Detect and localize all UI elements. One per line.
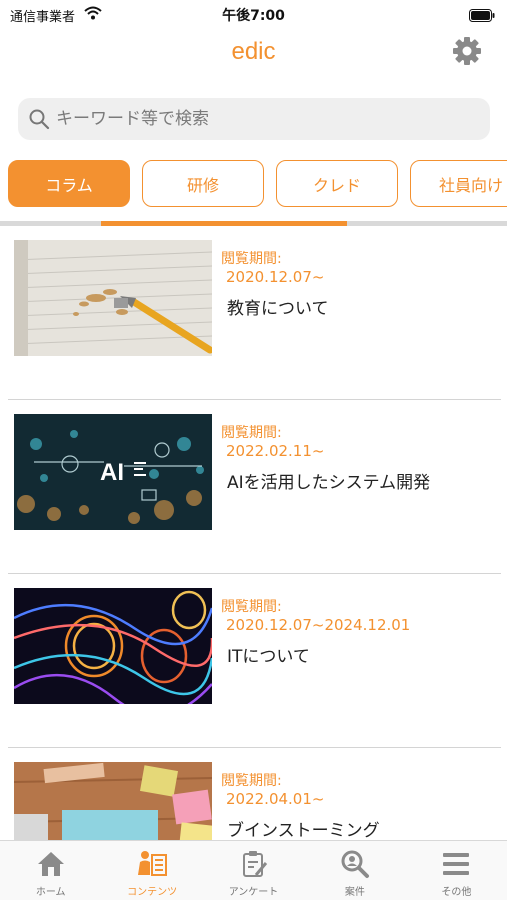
tabbar-home[interactable]: ホーム (0, 841, 101, 900)
period-value: 2020.12.07~2024.12.01 (226, 616, 411, 634)
item-title: ブインストーミング (227, 821, 380, 840)
tabbar-label: アンケート (228, 887, 279, 898)
status-bar: 通信事業者 午後7:00 (0, 0, 507, 28)
tabbar-other[interactable]: その他 (406, 841, 507, 900)
period-value: 2020.12.07~ (226, 268, 325, 286)
tabbar-label: その他 (441, 887, 472, 898)
content-list[interactable]: 閲覧期間: 2020.12.07~ 教育について AI 閲覧期間: 2022.0… (0, 226, 507, 840)
survey-icon (237, 848, 271, 880)
tab-training[interactable]: 研修 (142, 160, 264, 207)
tabbar-contents[interactable]: コンテンツ (101, 841, 202, 900)
list-item[interactable]: AI 閲覧期間: 2022.02.11~ AIを活用したシステム開発 (0, 400, 507, 574)
period-label: 閲覧期間: (221, 599, 282, 615)
ai-image-text: AI (100, 459, 124, 486)
thumbnail-image (14, 588, 212, 704)
period-label: 閲覧期間: (221, 773, 282, 789)
search-icon (28, 108, 50, 130)
item-title: AIを活用したシステム開発 (227, 473, 431, 493)
tab-for-employees[interactable]: 社員向け (410, 160, 507, 207)
thumbnail-image: AI (14, 414, 212, 530)
app-title: edic (231, 38, 276, 65)
period-label: 閲覧期間: (221, 251, 282, 267)
battery-icon (469, 7, 495, 26)
contents-icon (135, 848, 169, 880)
thumbnail-image (14, 762, 212, 840)
item-title: 教育について (227, 299, 329, 319)
tabbar-label: ホーム (35, 887, 66, 898)
tabbar-projects[interactable]: 案件 (304, 841, 405, 900)
tabbar-label: 案件 (344, 887, 365, 898)
list-item[interactable]: 閲覧期間: 2020.12.07~ 教育について (0, 226, 507, 400)
period-label: 閲覧期間: (221, 425, 282, 441)
tabbar-survey[interactable]: アンケート (203, 841, 304, 900)
item-title: ITについて (227, 647, 310, 667)
thumbnail-image (14, 240, 212, 356)
settings-button[interactable] (450, 36, 484, 70)
search-bar[interactable] (18, 98, 490, 140)
home-icon (34, 848, 68, 880)
tab-credo[interactable]: クレド (276, 160, 398, 207)
bottom-tab-bar: ホーム コンテンツ アンケート 案件 その他 (0, 840, 507, 900)
clock: 午後7:00 (222, 8, 285, 24)
search-project-icon (338, 848, 372, 880)
gear-icon (452, 36, 482, 70)
tabbar-label: コンテンツ (127, 887, 178, 898)
search-input[interactable] (56, 109, 456, 129)
period-value: 2022.02.11~ (226, 442, 325, 460)
tab-column[interactable]: コラム (8, 160, 130, 207)
menu-icon (439, 848, 473, 880)
list-item[interactable]: 閲覧期間: 2022.04.01~ ブインストーミング (0, 748, 507, 840)
category-tabs: コラム 研修 クレド 社員向け (8, 160, 507, 208)
period-value: 2022.04.01~ (226, 790, 325, 808)
list-item[interactable]: 閲覧期間: 2020.12.07~2024.12.01 ITについて (0, 574, 507, 748)
